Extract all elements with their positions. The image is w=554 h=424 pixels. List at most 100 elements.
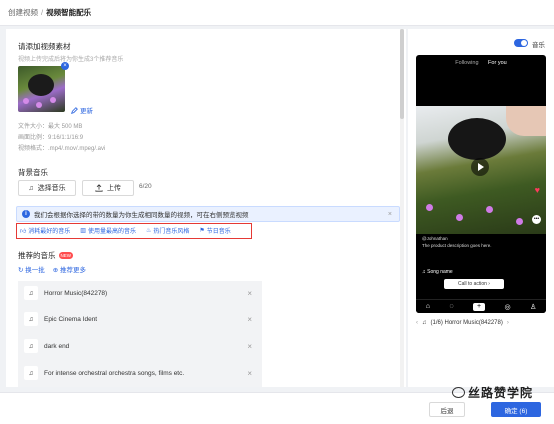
tab-for-you: For you <box>488 60 507 66</box>
preview-panel: 音乐 Following For you ♥ ••• @Johnathan Th… <box>408 29 554 387</box>
music-note-icon: ♫ <box>28 184 34 192</box>
music-note-icon: ♫ <box>24 286 38 300</box>
inbox-icon: ◎ <box>504 303 511 311</box>
bg-music-title: 背景音乐 <box>18 168 48 177</box>
breadcrumb-separator: / <box>41 8 44 17</box>
info-text: 我们会根据你选择的带的数量为你生成相同数量的视频，可在右侧预览视频 <box>34 212 249 219</box>
track-name: For intense orchestral orchestra songs, … <box>44 369 185 377</box>
music-note-icon: ♫ <box>24 312 38 326</box>
remove-video-icon[interactable]: × <box>61 62 69 70</box>
back-button[interactable]: 后退 <box>429 402 465 417</box>
info-icon: i <box>22 210 30 218</box>
chip-label: 消耗最好的音乐 <box>28 229 71 235</box>
profile-icon: ♙ <box>529 303 537 311</box>
pager-text: (1/6) Horror Music(842278) <box>430 320 503 326</box>
home-icon: ⌂ <box>425 303 430 310</box>
edit-icon <box>71 106 78 114</box>
play-icon[interactable] <box>471 158 489 176</box>
phone-preview: Following For you ♥ ••• @Johnathan The p… <box>416 55 546 313</box>
breadcrumb: 创建视频 / 视频智能配乐 <box>0 0 554 26</box>
material-hint: 视频上传完成后将为你生成3个推荐音乐 <box>18 57 124 63</box>
breadcrumb-parent[interactable]: 创建视频 <box>8 7 38 18</box>
upload-button[interactable]: 上传 <box>82 180 134 196</box>
music-count: 6/20 <box>139 183 152 190</box>
watermark-text: 丝路赞学院 <box>468 386 534 400</box>
main-panel: 请添加视频素材 视频上传完成后将为你生成3个推荐音乐 × 更新 文件大小：最大 … <box>6 29 406 387</box>
spec-size: 文件大小：最大 500 MB <box>18 124 83 130</box>
preview-pager: ‹ ♫ (1/6) Horror Music(842278) › <box>416 320 509 326</box>
update-button[interactable]: 更新 <box>71 105 93 115</box>
chip-label: 热门音乐风格 <box>153 229 190 235</box>
list-item[interactable]: ♫ For intense orchestral orchestra songs… <box>24 364 256 382</box>
list-item[interactable]: ♫ Horror Music(842278) × <box>24 284 256 302</box>
refresh-button[interactable]: ↻ 换一批 <box>18 264 45 274</box>
remove-icon[interactable]: × <box>247 315 252 324</box>
new-badge: NEW <box>58 252 73 259</box>
upload-label: 上传 <box>107 185 121 192</box>
song-label: ♫ Song name <box>422 269 453 275</box>
spec-ratio: 画面比例：9:16/1:1/16:9 <box>18 135 84 141</box>
music-note-icon: ♫ <box>24 339 38 353</box>
caption-user: @Johnathan <box>422 236 448 241</box>
breadcrumb-current: 视频智能配乐 <box>46 8 92 17</box>
cta-button: Call to action › <box>444 279 504 289</box>
suggestion-chips: 👍︎ 消耗最好的音乐 ▥ 使用量最高的音乐 ♨ 热门音乐风格 ⚑ 节日音乐 <box>20 226 231 235</box>
video-frame <box>416 106 546 234</box>
track-name: Epic Cinema Ident <box>44 315 98 323</box>
prev-icon[interactable]: ‹ <box>416 320 418 326</box>
chip-hot-style[interactable]: ♨ 热门音乐风格 <box>146 226 189 235</box>
recommended-actions: ↻ 换一批 ⊕ 推荐更多 <box>18 264 86 274</box>
watermark: 丝路赞学院 <box>452 384 533 401</box>
chip-holiday[interactable]: ⚑ 节日音乐 <box>199 226 230 235</box>
song-name: Song name <box>427 269 453 275</box>
close-icon[interactable]: × <box>388 211 392 218</box>
plus-icon: + <box>473 302 485 311</box>
update-label: 更新 <box>80 108 93 115</box>
phone-nav: ⌂ ◌ + ◎ ♙ <box>416 299 546 313</box>
chart-icon: ▥ <box>80 228 86 234</box>
track-name: Horror Music(842278) <box>44 289 108 297</box>
select-music-button[interactable]: ♫ 选择音乐 <box>18 180 76 196</box>
discover-icon: ◌ <box>449 303 454 310</box>
upload-icon <box>95 184 103 192</box>
refresh-label: 换一批 <box>25 267 45 274</box>
toggle-label: 音乐 <box>532 42 545 49</box>
plus-circle-icon: ⊕ <box>52 267 61 274</box>
wechat-icon <box>452 387 465 398</box>
chip-most-used[interactable]: ▥ 使用量最高的音乐 <box>80 226 136 235</box>
chip-best-cost[interactable]: 👍︎ 消耗最好的音乐 <box>20 226 71 236</box>
remove-icon[interactable]: × <box>247 342 252 351</box>
cta-label: Call to action <box>458 281 487 287</box>
info-banner: i 我们会根据你选择的带的数量为你生成相同数量的视频，可在右侧预览视频 × <box>16 206 400 222</box>
list-item[interactable]: ♫ dark end × <box>24 337 256 355</box>
fire-icon: ♨ <box>145 228 152 234</box>
feed-tabs: Following For you <box>416 60 546 66</box>
material-title: 请添加视频素材 <box>18 42 71 51</box>
music-note-icon: ♫ <box>422 320 427 326</box>
spec-format: 视频格式：.mp4/.mov/.mpeg/.avi <box>18 146 106 152</box>
select-music-label: 选择音乐 <box>37 185 66 192</box>
next-icon[interactable]: › <box>507 320 509 326</box>
list-item[interactable]: ♫ Epic Cinema Ident × <box>24 310 256 328</box>
confirm-button[interactable]: 确定 (6) <box>491 402 541 417</box>
remove-icon[interactable]: × <box>247 289 252 298</box>
chip-label: 节日音乐 <box>206 229 231 235</box>
tab-following: Following <box>455 60 479 66</box>
track-name: dark end <box>44 342 70 350</box>
flag-icon: ⚑ <box>199 228 205 234</box>
music-toggle[interactable] <box>514 39 528 47</box>
more-button[interactable]: ⊕ 推荐更多 <box>53 264 86 274</box>
recommended-list: ♫ Horror Music(842278) × ♫ Epic Cinema I… <box>18 281 262 387</box>
music-note-icon: ♫ <box>24 366 38 380</box>
scrollbar-thumb[interactable] <box>400 29 404 119</box>
more-label: 推荐更多 <box>60 267 87 274</box>
heart-icon: ♥ <box>534 185 540 195</box>
video-thumbnail[interactable] <box>18 66 65 112</box>
more-icon: ••• <box>532 215 541 224</box>
recommended-title: 推荐的音乐 <box>18 251 56 260</box>
thumbs-up-icon: 👍︎ <box>20 228 27 235</box>
caption-text: The product description goes here. <box>422 243 492 248</box>
remove-icon[interactable]: × <box>247 369 252 378</box>
recommended-header: 推荐的音乐 NEW <box>18 250 73 261</box>
chip-label: 使用量最高的音乐 <box>87 229 136 235</box>
